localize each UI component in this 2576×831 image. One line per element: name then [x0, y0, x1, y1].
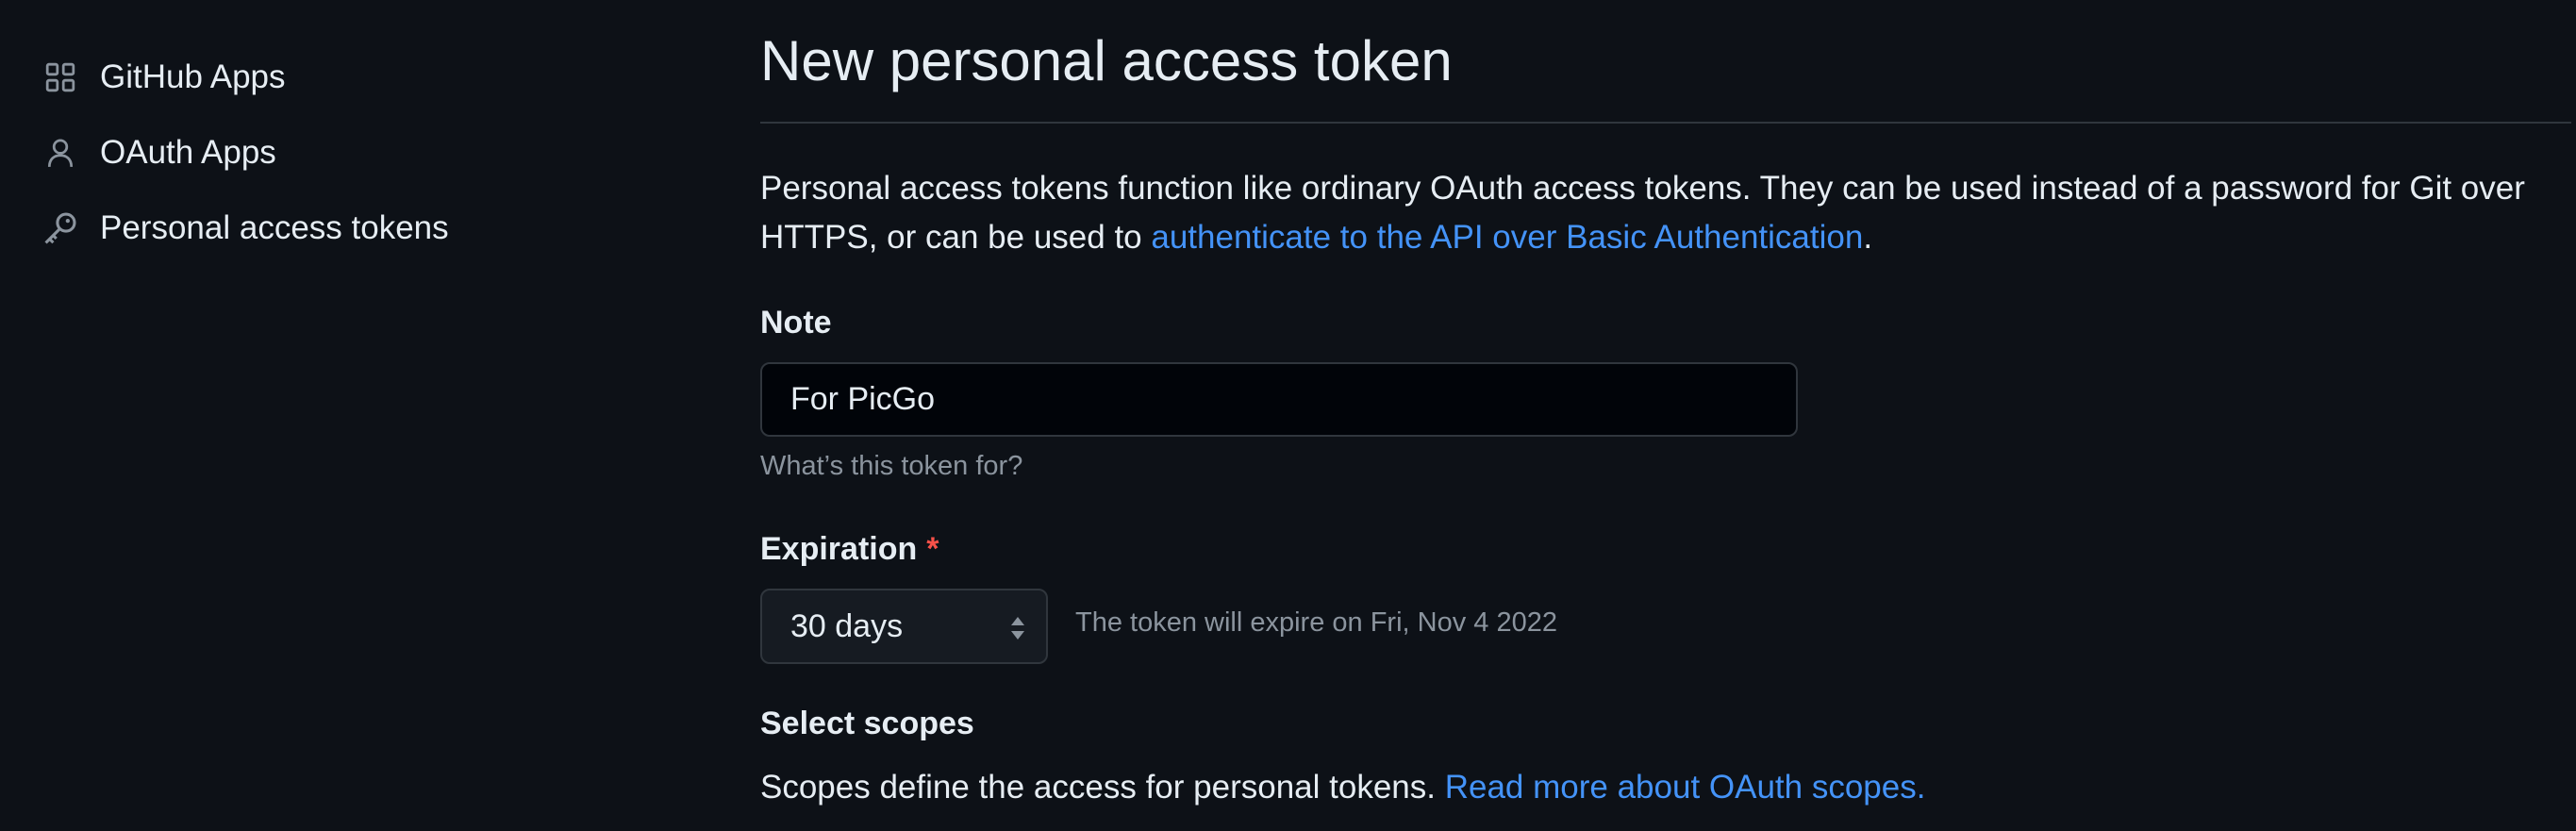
sidebar-item-label: GitHub Apps	[100, 58, 286, 95]
apps-grid-icon	[42, 58, 79, 96]
note-hint: What’s this token for?	[760, 451, 1023, 481]
note-label: Note	[760, 305, 832, 341]
sidebar-item-personal-access-tokens[interactable]: Personal access tokens	[42, 200, 449, 257]
select-arrows-icon	[1008, 613, 1027, 643]
expiration-label: Expiration *	[760, 531, 939, 568]
expiration-select[interactable]: 30 days	[760, 589, 1048, 664]
intro-paragraph: Personal access tokens function like ord…	[760, 164, 2552, 262]
intro-text-end: .	[1863, 219, 1873, 256]
scopes-description: Scopes define the access for personal to…	[760, 769, 1925, 806]
select-scopes-heading: Select scopes	[760, 706, 974, 741]
page-title: New personal access token	[760, 29, 1453, 92]
expiration-label-text: Expiration	[760, 531, 918, 567]
sidebar-item-label: Personal access tokens	[100, 209, 449, 246]
sidebar-item-oauth-apps[interactable]: OAuth Apps	[42, 125, 276, 181]
person-icon	[42, 134, 79, 172]
note-input[interactable]	[760, 362, 1798, 437]
page: GitHub Apps OAuth Apps Personal access t…	[0, 0, 2576, 831]
sidebar-item-label: OAuth Apps	[100, 134, 276, 171]
scopes-text: Scopes define the access for personal to…	[760, 769, 1436, 806]
settings-sidebar: GitHub Apps OAuth Apps Personal access t…	[0, 0, 698, 831]
title-divider	[760, 122, 2571, 124]
expiration-selected-value: 30 days	[790, 607, 904, 644]
basic-auth-link[interactable]: authenticate to the API over Basic Authe…	[1151, 219, 1863, 256]
sidebar-item-github-apps[interactable]: GitHub Apps	[42, 49, 286, 106]
oauth-scopes-link[interactable]: Read more about OAuth scopes.	[1445, 769, 1926, 806]
main-content: New personal access token Personal acces…	[760, 0, 2576, 831]
expiration-note: The token will expire on Fri, Nov 4 2022	[1075, 607, 1557, 638]
key-icon	[42, 209, 79, 247]
required-asterisk: *	[926, 531, 939, 567]
